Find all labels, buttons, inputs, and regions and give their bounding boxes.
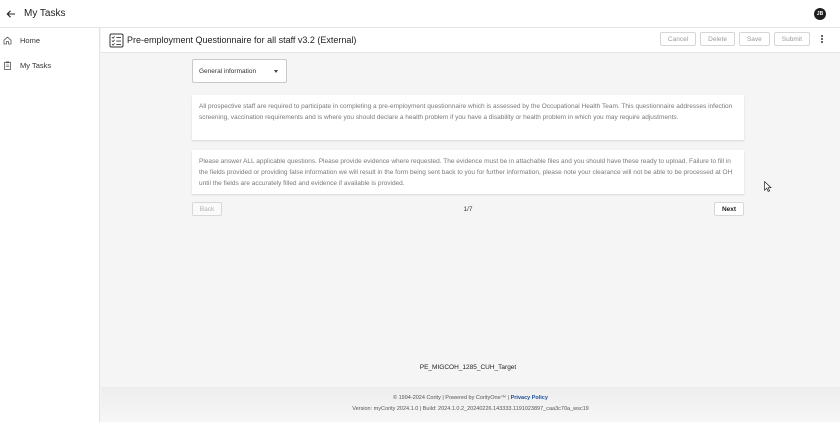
form-title: Pre-employment Questionnaire for all sta… — [127, 35, 357, 45]
sidebar-item-home[interactable]: Home — [0, 28, 99, 53]
user-avatar[interactable]: JB — [814, 8, 826, 20]
form-header: Pre-employment Questionnaire for all sta… — [101, 28, 840, 53]
target-code: PE_MIGCOH_1285_CUH_Target — [419, 364, 517, 371]
page-indicator: 1/7 — [463, 205, 473, 213]
sidebar-item-my-tasks[interactable]: My Tasks — [0, 53, 99, 78]
privacy-policy-link[interactable]: Privacy Policy — [511, 395, 548, 401]
footer: © 1994-2024 Cority | Powered by CorityOn… — [101, 387, 840, 422]
section-dropdown-value: General information — [199, 67, 257, 75]
footer-copyright-line: © 1994-2024 Cority | Powered by CorityOn… — [101, 395, 840, 401]
section-dropdown[interactable]: General information — [192, 59, 287, 83]
cancel-button[interactable]: Cancel — [659, 32, 697, 46]
sidebar-item-label: Home — [20, 36, 41, 45]
footer-copyright: © 1994-2024 Cority | Powered by CorityOn… — [393, 395, 511, 401]
info-card-intro: All prospective staff are required to pa… — [192, 95, 744, 140]
footer-version: Version: myCority 2024.1.0 | Build: 2024… — [352, 406, 589, 412]
next-button[interactable]: Next — [714, 202, 744, 216]
sidebar: Home My Tasks — [0, 28, 100, 422]
top-bar: My Tasks JB — [0, 0, 840, 28]
chevron-down-icon — [274, 70, 278, 73]
app-title: My Tasks — [24, 8, 66, 19]
delete-button[interactable]: Delete — [700, 32, 735, 46]
sidebar-item-label: My Tasks — [20, 61, 52, 70]
back-button[interactable]: Back — [192, 202, 222, 216]
mouse-cursor-icon — [764, 179, 772, 192]
home-icon — [3, 36, 12, 45]
submit-button[interactable]: Submit — [773, 32, 810, 46]
arrow-left-icon[interactable] — [4, 7, 18, 21]
more-options-icon[interactable] — [818, 32, 826, 46]
form-actions: Cancel Delete Save Submit — [659, 32, 826, 46]
clipboard-icon — [3, 61, 12, 70]
info-text-instructions: Please answer ALL applicable questions. … — [199, 158, 733, 187]
info-text-intro: All prospective staff are required to pa… — [199, 103, 733, 121]
form-checklist-icon — [108, 32, 124, 48]
info-card-instructions: Please answer ALL applicable questions. … — [192, 150, 744, 194]
save-button[interactable]: Save — [738, 32, 770, 46]
